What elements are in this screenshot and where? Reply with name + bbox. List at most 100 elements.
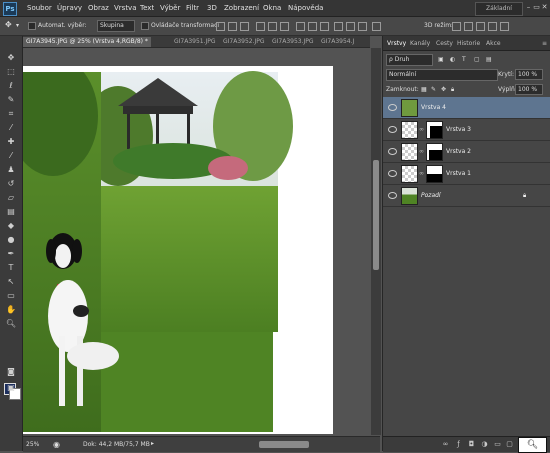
layer-name[interactable]: Vrstva 3 [446,126,471,133]
lock-transparent-icon[interactable]: ▦ [421,86,427,93]
menu-zobrazeni[interactable]: Zobrazení [224,4,259,12]
clone-stamp-icon[interactable]: ♟ [5,164,17,175]
quick-select-icon[interactable]: ✎ [5,94,17,105]
layer-style-icon[interactable]: ƒ [454,440,463,449]
tab-paths[interactable]: Cesty [436,40,453,47]
move-icon[interactable]: ✥ [5,52,17,63]
3d-drag-icon[interactable] [476,22,485,31]
minimize-button[interactable]: – [525,3,532,12]
distribute-bottom-icon[interactable] [320,22,329,31]
align-bottom-icon[interactable] [240,22,249,31]
layer-row-vrstva-2[interactable]: ∞ Vrstva 2 [383,141,550,163]
filter-adjustment-icon[interactable]: ◐ [450,56,455,63]
distribute-left-icon[interactable] [334,22,343,31]
3d-roll-icon[interactable] [464,22,473,31]
tab-layers[interactable]: Vrstvy [387,40,406,47]
layer-row-vrstva-1[interactable]: ∞ Vrstva 1 [383,163,550,185]
status-info-icon[interactable]: ◉ [53,440,60,449]
layer-name[interactable]: Vrstva 2 [446,148,471,155]
menu-3d[interactable]: 3D [207,4,217,12]
distribute-right-icon[interactable] [358,22,367,31]
tab-history[interactable]: Historie [457,40,480,47]
new-group-icon[interactable]: ▭ [493,440,502,449]
menu-okna[interactable]: Okna [263,4,281,12]
layer-mask-thumbnail[interactable] [426,121,443,139]
screen-mode-icon[interactable]: ▣ [5,382,17,393]
auto-select-checkbox[interactable] [28,22,36,30]
hand-icon[interactable]: ✋ [5,304,17,315]
layer-name[interactable]: Pozadí [421,192,441,199]
eraser-icon[interactable]: ▱ [5,192,17,203]
document-tab[interactable]: GI7A3954.J [318,37,357,47]
document-canvas[interactable] [23,66,333,434]
layer-mask-thumbnail[interactable] [426,165,443,183]
menu-upravy[interactable]: Úpravy [57,4,82,12]
shape-icon[interactable]: ▭ [5,290,17,301]
visibility-eye-icon[interactable] [388,170,397,177]
tab-channels[interactable]: Kanály [410,40,430,47]
zoom-level[interactable]: 25% [26,441,39,448]
type-icon[interactable]: T [5,262,17,273]
menu-text[interactable]: Text [140,4,154,12]
close-button[interactable]: ✕ [541,3,548,12]
workspace-switcher[interactable]: Základní [475,2,523,16]
3d-slide-icon[interactable] [488,22,497,31]
layer-row-background[interactable]: Pozadí 🔒︎ [383,185,550,207]
menu-vrstva[interactable]: Vrstva [114,4,137,12]
layer-name[interactable]: Vrstva 4 [421,104,446,111]
align-top-icon[interactable] [216,22,225,31]
distribute-top-icon[interactable] [296,22,305,31]
history-brush-icon[interactable]: ↺ [5,178,17,189]
visibility-eye-icon[interactable] [388,104,397,111]
horizontal-scroll-thumb[interactable] [259,441,309,448]
status-menu-arrow[interactable]: ▸ [151,440,154,447]
auto-align-icon[interactable] [372,22,381,31]
lock-image-icon[interactable]: ✎ [431,86,436,93]
mask-link-icon[interactable]: ∞ [419,148,424,155]
lock-position-icon[interactable]: ✥ [441,86,446,93]
auto-select-dropdown[interactable]: Skupina [97,20,135,32]
menu-soubor[interactable]: Soubor [27,4,52,12]
healing-brush-icon[interactable]: ✚ [5,136,17,147]
gradient-icon[interactable]: ▤ [5,206,17,217]
align-right-icon[interactable] [280,22,289,31]
tab-actions[interactable]: Akce [486,40,501,47]
lock-all-icon[interactable]: 🔒︎ [451,86,454,94]
marquee-icon[interactable]: ⬚ [5,66,17,77]
menu-napoveda[interactable]: Nápověda [288,4,323,12]
visibility-eye-icon[interactable] [388,148,397,155]
filter-shape-icon[interactable]: ▢ [474,56,480,63]
new-layer-icon[interactable]: ▢ [505,440,514,449]
lasso-icon[interactable]: ℓ [5,80,17,91]
align-left-icon[interactable] [256,22,265,31]
opacity-field[interactable]: 100 % [515,69,543,80]
menu-filtr[interactable]: Filtr [186,4,199,12]
filter-pixel-icon[interactable]: ▣ [438,56,444,63]
mask-link-icon[interactable]: ∞ [419,126,424,133]
distribute-middle-icon[interactable] [308,22,317,31]
dodge-icon[interactable]: ● [5,234,17,245]
align-middle-icon[interactable] [228,22,237,31]
document-tab[interactable]: GI7A3952.JPG [220,37,268,47]
align-center-icon[interactable] [268,22,277,31]
distribute-center-icon[interactable] [346,22,355,31]
vertical-scrollbar[interactable] [371,48,381,435]
filter-smart-object-icon[interactable]: ▤ [486,56,492,63]
filter-type-icon[interactable]: T [462,56,466,63]
layer-mask-thumbnail[interactable] [426,143,443,161]
link-layers-icon[interactable]: ∞ [441,440,450,449]
pen-icon[interactable]: ✒ [5,248,17,259]
add-mask-icon[interactable]: ◘ [467,440,476,449]
document-tab[interactable]: GI7A3951.JPG [171,37,219,47]
3d-scale-icon[interactable] [500,22,509,31]
tool-preset-chevron-icon[interactable]: ▾ [16,22,19,29]
visibility-eye-icon[interactable] [388,126,397,133]
3d-rotate-icon[interactable] [452,22,461,31]
crop-icon[interactable]: ⌗ [5,108,17,119]
blend-mode-select[interactable]: Normální [386,69,498,81]
menu-vyber[interactable]: Výběr [160,4,180,12]
panel-menu-icon[interactable]: ≡ [542,40,547,47]
document-tab[interactable]: GI7A3953.JPG [269,37,317,47]
path-select-icon[interactable]: ↖ [5,276,17,287]
vertical-scroll-thumb[interactable] [373,160,379,270]
